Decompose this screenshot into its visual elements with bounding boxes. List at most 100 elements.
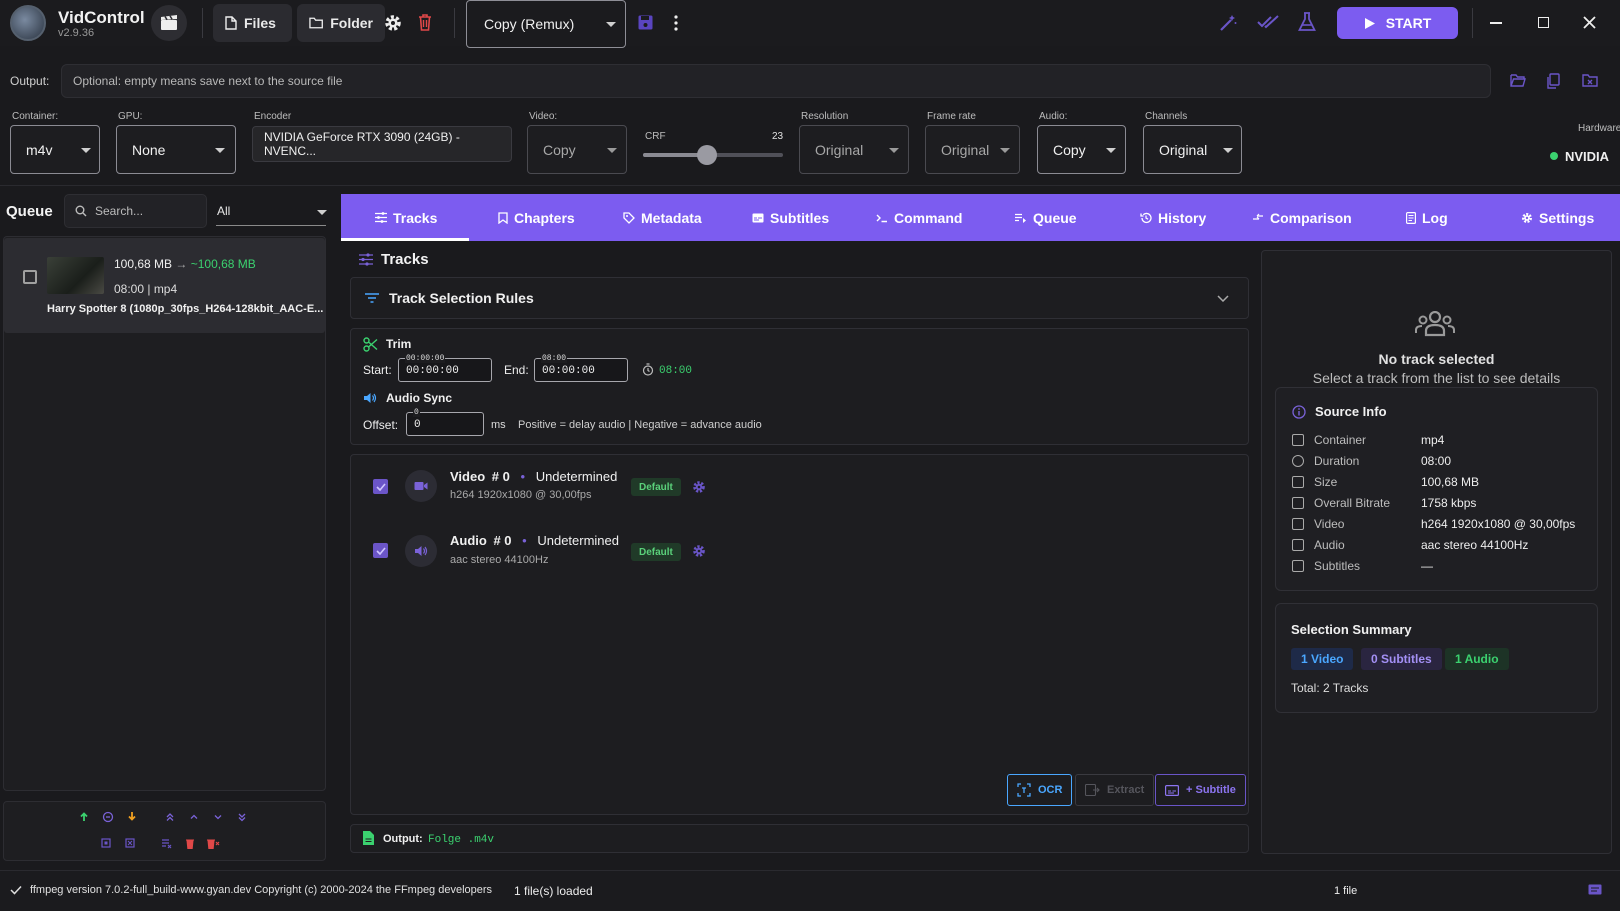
encoder-field[interactable]: NVIDIA GeForce RTX 3090 (24GB) - NVENC..… bbox=[252, 126, 512, 162]
clock-icon bbox=[1292, 455, 1304, 467]
start-button[interactable]: START bbox=[1337, 7, 1458, 39]
info-row-label: Duration bbox=[1314, 454, 1360, 468]
summary-total: Total: 2 Tracks bbox=[1291, 681, 1369, 695]
checkmark-icon bbox=[375, 546, 386, 555]
tab-comparison[interactable]: Comparison bbox=[1252, 194, 1352, 241]
deselect-icon[interactable] bbox=[125, 838, 135, 848]
move-to-bottom-icon[interactable] bbox=[238, 813, 246, 822]
clear-button[interactable] bbox=[418, 14, 432, 31]
tab-label: Log bbox=[1422, 209, 1448, 226]
resolution-label: Resolution bbox=[801, 111, 849, 122]
queue-item-checkbox[interactable] bbox=[23, 270, 37, 284]
output-path-input[interactable] bbox=[61, 64, 1491, 98]
move-to-top-icon[interactable] bbox=[166, 813, 174, 821]
audio-sync-title: Audio Sync bbox=[386, 391, 453, 405]
move-down-orange-icon[interactable] bbox=[128, 812, 136, 821]
gpu-select[interactable]: None bbox=[116, 125, 236, 174]
maximize-icon[interactable] bbox=[1538, 17, 1549, 28]
close-icon[interactable] bbox=[1583, 16, 1596, 29]
folder-open-icon bbox=[1510, 74, 1526, 87]
media-button[interactable] bbox=[151, 5, 187, 41]
browse-output-button[interactable] bbox=[1510, 74, 1526, 87]
info-row-value: 1758 kbps bbox=[1421, 496, 1477, 510]
tab-label: Settings bbox=[1539, 209, 1595, 226]
tab-subtitles[interactable]: Subtitles bbox=[752, 194, 829, 241]
tab-tracks[interactable]: Tracks bbox=[375, 194, 437, 241]
offset-input[interactable]: 0 0 bbox=[406, 408, 484, 436]
track-list-panel bbox=[350, 454, 1249, 815]
move-down-icon[interactable] bbox=[214, 815, 222, 820]
delete-all-icon[interactable] bbox=[207, 839, 220, 849]
trim-title: Trim bbox=[386, 337, 412, 351]
delete-selected-icon[interactable] bbox=[186, 839, 194, 849]
gear-icon[interactable] bbox=[692, 544, 706, 558]
settings-gear-button[interactable] bbox=[383, 13, 403, 33]
tab-command[interactable]: Command bbox=[876, 194, 962, 241]
minimize-icon[interactable] bbox=[1490, 22, 1502, 24]
speaker-icon bbox=[1292, 539, 1304, 551]
tab-history[interactable]: History bbox=[1140, 194, 1206, 241]
container-select[interactable]: m4v bbox=[10, 125, 100, 174]
tab-metadata[interactable]: Metadata bbox=[623, 194, 702, 241]
check-all-button[interactable] bbox=[1257, 15, 1279, 29]
track-index: # 0 bbox=[493, 533, 512, 548]
video-icon bbox=[1292, 518, 1304, 530]
more-options-button[interactable] bbox=[674, 15, 678, 31]
audio-codec-select[interactable]: Copy bbox=[1037, 125, 1126, 174]
folder-button[interactable]: Folder bbox=[297, 4, 385, 42]
add-subtitle-button[interactable]: + Subtitle bbox=[1155, 774, 1246, 806]
trim-start-hint: 00:00:00 bbox=[405, 354, 446, 363]
move-up-green-icon[interactable] bbox=[80, 812, 88, 822]
resolution-value: Original bbox=[815, 141, 864, 158]
trim-start-input[interactable]: 00:00:00 00:00:00 bbox=[398, 354, 492, 382]
auto-button[interactable] bbox=[1218, 13, 1238, 33]
queue-filter-select[interactable]: All bbox=[216, 196, 327, 226]
app-logo bbox=[10, 5, 46, 41]
offset-hint-text: Positive = delay audio | Negative = adva… bbox=[518, 419, 762, 431]
clear-list-icon[interactable] bbox=[162, 839, 172, 849]
extract-button[interactable]: Extract bbox=[1075, 774, 1155, 806]
framerate-select[interactable]: Original bbox=[925, 125, 1020, 174]
hardware-status-dot bbox=[1550, 152, 1558, 160]
clear-output-button[interactable] bbox=[1582, 74, 1598, 88]
queue-item-size: 100,68 MB bbox=[114, 257, 173, 271]
copy-output-button[interactable] bbox=[1546, 73, 1560, 89]
move-up-icon[interactable] bbox=[190, 814, 198, 819]
audio-codec-value: Copy bbox=[1053, 141, 1086, 158]
select-all-icon[interactable] bbox=[101, 838, 111, 848]
files-button[interactable]: Files bbox=[213, 4, 292, 42]
queue-item-name: Harry Spotter 8 (1080p_30fps_H264-128kbi… bbox=[47, 303, 324, 315]
ocr-button[interactable]: OCR bbox=[1007, 774, 1073, 806]
offset-label: Offset: bbox=[363, 418, 399, 432]
track-checkbox[interactable] bbox=[373, 479, 388, 494]
tab-label: Subtitles bbox=[770, 209, 830, 226]
rules-title: Track Selection Rules bbox=[389, 290, 534, 306]
trim-start-label: Start: bbox=[363, 363, 392, 377]
subtitle-count-pill: 0 Subtitles bbox=[1361, 648, 1442, 670]
track-kind: Video bbox=[450, 469, 486, 484]
video-codec-select[interactable]: Copy bbox=[527, 125, 627, 174]
preset-select[interactable]: Copy (Remux) bbox=[466, 0, 626, 48]
tab-chapters[interactable]: Chapters bbox=[498, 194, 575, 241]
tab-settings[interactable]: Settings bbox=[1521, 194, 1594, 241]
tab-queue[interactable]: Queue bbox=[1015, 194, 1077, 241]
track-checkbox[interactable] bbox=[373, 543, 388, 558]
remove-circle-icon[interactable] bbox=[102, 811, 114, 823]
output-label: Output: bbox=[10, 74, 50, 88]
save-preset-button[interactable] bbox=[638, 15, 653, 30]
queue-search-input[interactable]: Search... bbox=[64, 194, 207, 228]
tab-label: Chapters bbox=[514, 209, 575, 226]
console-icon[interactable] bbox=[1588, 884, 1602, 895]
lab-button[interactable] bbox=[1298, 12, 1316, 32]
resolution-select[interactable]: Original bbox=[799, 125, 909, 174]
crf-slider-thumb[interactable] bbox=[697, 145, 717, 165]
gear-icon[interactable] bbox=[692, 480, 706, 494]
search-placeholder: Search... bbox=[95, 204, 144, 218]
chevron-down-icon[interactable] bbox=[1217, 295, 1229, 302]
trim-end-input[interactable]: 08:00 00:00:00 bbox=[534, 354, 628, 382]
tab-log[interactable]: Log bbox=[1406, 194, 1448, 241]
copy-icon bbox=[1547, 73, 1560, 89]
channels-select[interactable]: Original bbox=[1143, 125, 1242, 174]
tab-label: Command bbox=[894, 209, 963, 226]
scissors-icon bbox=[363, 337, 378, 352]
